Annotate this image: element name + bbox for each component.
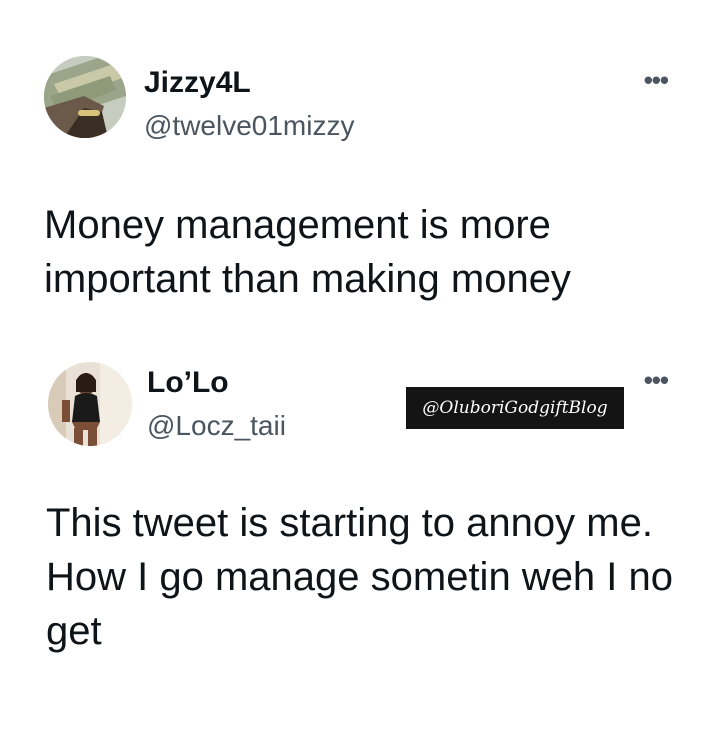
more-options-icon[interactable]: •••: [644, 367, 669, 393]
tweet-text: Money management is more important than …: [44, 203, 571, 301]
user-handle[interactable]: @Locz_taii: [147, 410, 286, 442]
more-options-icon[interactable]: •••: [644, 67, 669, 93]
display-name[interactable]: Jizzy4L: [144, 66, 251, 100]
watermark: @OluboriGodgiftBlog: [406, 387, 624, 429]
avatar-image: [44, 56, 126, 138]
avatar[interactable]: [44, 56, 126, 138]
avatar-image: [48, 362, 132, 446]
user-handle[interactable]: @twelve01mizzy: [144, 110, 354, 142]
tweet-card[interactable]: Lo’Lo @Locz_taii @OluboriGodgiftBlog •••…: [0, 340, 720, 738]
tweet-text: This tweet is starting to annoy me. How …: [46, 501, 674, 653]
avatar[interactable]: [48, 362, 132, 446]
display-name[interactable]: Lo’Lo: [147, 366, 229, 400]
tweet-card[interactable]: Jizzy4L @twelve01mizzy ••• Money managem…: [0, 0, 720, 340]
